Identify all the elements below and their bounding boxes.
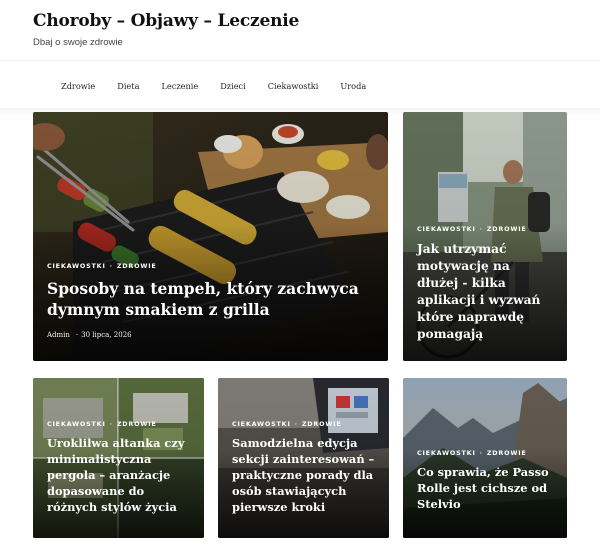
- category-link[interactable]: ZDROWIE: [117, 420, 157, 428]
- post-content: CIEKAWOSTKI · ZDROWIE Co sprawia, że Passo…: [417, 449, 553, 513]
- nav-item-leczenie[interactable]: Leczenie: [150, 81, 209, 91]
- nav-item-dieta[interactable]: Dieta: [106, 81, 150, 91]
- post-content: CIEKAWOSTKI · ZDROWIE Jak utrzymać motywac…: [417, 225, 553, 343]
- site-header: Choroby – Objawy – Leczenie Dbaj o swoje…: [0, 0, 600, 60]
- post-card[interactable]: CIEKAWOSTKI · ZDROWIE Uroklilwa altanka cz…: [33, 378, 204, 538]
- nav-item-zdrowie[interactable]: Zdrowie: [50, 81, 106, 91]
- post-card[interactable]: CIEKAWOSTKI · ZDROWIE Co sprawia, że Passo…: [403, 378, 567, 538]
- category-link[interactable]: ZDROWIE: [302, 420, 342, 428]
- post-title[interactable]: Samodzielna edycja sekcji zainteresowań …: [232, 436, 375, 516]
- category-link[interactable]: CIEKAWOSTKI: [417, 225, 476, 233]
- category-link[interactable]: CIEKAWOSTKI: [417, 449, 476, 457]
- main-nav: Zdrowie Dieta Leczenie Dzieci Ciekawostk…: [0, 60, 600, 110]
- post-date: 30 lipca, 2026: [81, 331, 132, 339]
- category-link[interactable]: ZDROWIE: [117, 262, 157, 270]
- post-title[interactable]: Uroklilwa altanka czy minimalistyczna pe…: [47, 436, 190, 516]
- post-content: CIEKAWOSTKI · ZDROWIE Samodzielna edycja s…: [232, 420, 375, 516]
- featured-post-card[interactable]: CIEKAWOSTKI · ZDROWIE Sposoby na tempeh, k…: [33, 112, 388, 361]
- post-categories: CIEKAWOSTKI · ZDROWIE: [417, 224, 527, 233]
- category-link[interactable]: CIEKAWOSTKI: [47, 420, 106, 428]
- post-title[interactable]: Co sprawia, że Passo Rolle jest cichsze …: [417, 465, 553, 513]
- post-content: CIEKAWOSTKI · ZDROWIE Uroklilwa altanka cz…: [47, 420, 190, 516]
- post-content: CIEKAWOSTKI · ZDROWIE Sposoby na tempeh, k…: [47, 262, 374, 339]
- post-meta: Admin · 30 lipca, 2026: [47, 331, 132, 339]
- nav-item-ciekawostki[interactable]: Ciekawostki: [257, 81, 330, 91]
- post-author[interactable]: Admin: [47, 331, 70, 339]
- post-title[interactable]: Sposoby na tempeh, który zachwyca dymnym…: [47, 278, 374, 321]
- post-categories: CIEKAWOSTKI · ZDROWIE: [47, 420, 157, 429]
- post-categories: CIEKAWOSTKI · ZDROWIE: [417, 449, 527, 458]
- post-title[interactable]: Jak utrzymać motywację na dłużej - kilka…: [417, 241, 553, 343]
- post-card[interactable]: CIEKAWOSTKI · ZDROWIE Samodzielna edycja s…: [218, 378, 389, 538]
- site-title[interactable]: Choroby – Objawy – Leczenie: [33, 11, 299, 31]
- post-categories: CIEKAWOSTKI · ZDROWIE: [47, 261, 157, 270]
- nav-item-uroda[interactable]: Uroda: [329, 81, 377, 91]
- nav-item-dzieci[interactable]: Dzieci: [209, 81, 257, 91]
- category-link[interactable]: CIEKAWOSTKI: [47, 262, 106, 270]
- category-link[interactable]: ZDROWIE: [487, 449, 527, 457]
- site-tagline: Dbaj o swoje zdrowie: [33, 37, 123, 48]
- post-categories: CIEKAWOSTKI · ZDROWIE: [232, 420, 342, 429]
- category-link[interactable]: CIEKAWOSTKI: [232, 420, 291, 428]
- post-card[interactable]: CIEKAWOSTKI · ZDROWIE Jak utrzymać motywac…: [403, 112, 567, 361]
- category-link[interactable]: ZDROWIE: [487, 225, 527, 233]
